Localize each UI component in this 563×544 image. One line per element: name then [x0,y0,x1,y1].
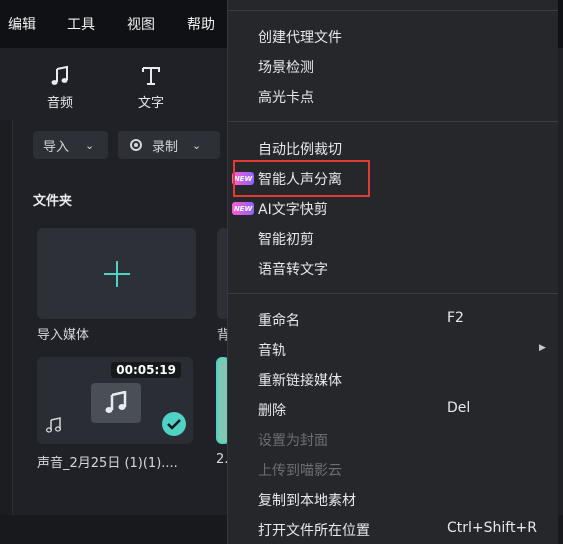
new-badge: NEW [232,202,254,215]
ctx-upload-cloud: 上传到喵影云 [258,463,342,479]
ctx-relink-media[interactable]: 重新链接媒体 [258,370,342,390]
ctx-copy-to-local[interactable]: 复制到本地素材 [258,490,356,510]
submenu-arrow-icon: ▶ [539,343,546,353]
ctx-highlight-beat[interactable]: 高光卡点 [258,87,314,107]
menu-help[interactable]: 帮助 [187,14,215,34]
context-menu-top-edge [228,0,558,11]
music-note-icon [30,62,90,90]
ctx-separator [228,121,558,122]
ctx-separator [228,293,558,294]
record-label: 录制 [152,139,179,155]
menu-edit[interactable]: 编辑 [8,14,36,34]
tool-text-label: 文字 [137,96,164,111]
ctx-create-proxy[interactable]: 创建代理文件 [258,27,342,47]
import-media-label: 导入媒体 [37,328,90,343]
plus-icon [104,261,130,287]
chevron-down-icon: ⌄ [192,138,202,152]
record-icon [130,139,142,151]
ctx-scene-detect[interactable]: 场景检测 [258,57,314,77]
menu-tools[interactable]: 工具 [67,14,95,34]
text-t-icon [121,62,181,90]
audio-tile[interactable]: 00:05:19 [37,357,193,444]
ctx-open-location-shortcut: Ctrl+Shift+R [447,520,537,536]
tool-audio[interactable]: 音频 [30,62,90,111]
tool-text[interactable]: 文字 [121,62,181,111]
record-dropdown[interactable]: 录制 ⌄ [118,131,220,159]
audio-tile-label: 声音_2月25日 (1)(1).... [37,456,178,471]
ctx-auto-reframe[interactable]: 自动比例裁切 [258,139,342,159]
ctx-set-cover: 设置为封面 [258,433,328,449]
import-label: 导入 [43,139,70,155]
ctx-rename-shortcut: F2 [447,310,464,326]
left-gutter [0,120,13,515]
ctx-ai-text-edit[interactable]: AI文字快剪 [258,199,328,219]
ctx-smart-cut[interactable]: 智能初剪 [258,229,314,249]
audio-type-icon [45,417,62,433]
ctx-delete-shortcut: Del [447,400,471,416]
duration-badge: 00:05:19 [111,362,181,378]
menu-view[interactable]: 视图 [127,14,155,34]
import-dropdown[interactable]: 导入 ⌄ [33,131,108,159]
music-note-icon [105,391,127,413]
folder-title: 文件夹 [33,194,73,209]
selected-check-icon[interactable] [162,412,186,436]
ctx-audio-track[interactable]: 音轨 [258,340,286,360]
highlight-box [233,160,370,197]
ctx-speech-to-text[interactable]: 语音转文字 [258,259,328,279]
audio-thumb [91,383,141,423]
chevron-down-icon: ⌄ [85,138,95,152]
ctx-open-file-location[interactable]: 打开文件所在位置 [258,520,370,540]
ctx-delete[interactable]: 删除 [258,400,286,420]
ctx-rename[interactable]: 重命名 [258,310,300,330]
import-media-tile[interactable] [37,228,196,319]
context-menu: 创建代理文件 场景检测 高光卡点 自动比例裁切 NEW 智能人声分离 NEW A… [227,0,558,544]
tool-audio-label: 音频 [46,96,73,111]
